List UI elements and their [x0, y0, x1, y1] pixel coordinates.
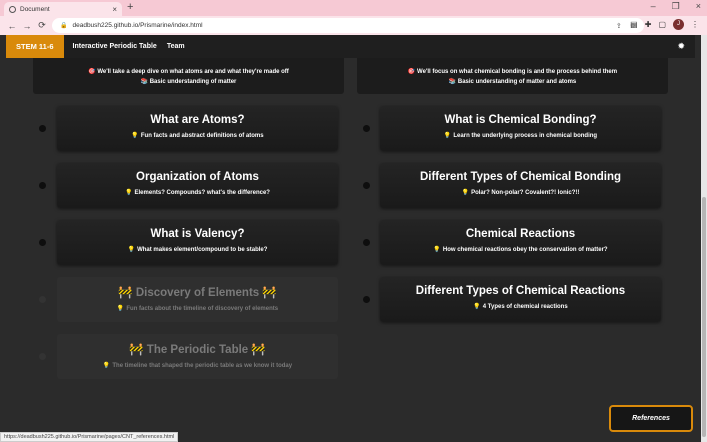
tab-close-icon[interactable]: ×	[112, 5, 117, 14]
timeline-dot	[363, 296, 370, 303]
card-title: What is Valency?	[150, 228, 245, 240]
address-bar[interactable]: 🔒 deadbush225.github.io/Prismarine/index…	[52, 18, 644, 33]
card-title: Organization of Atoms	[136, 171, 259, 183]
timeline-dot	[39, 353, 46, 360]
window-controls: – ❐ ×	[651, 1, 701, 12]
tab-title: Document	[20, 5, 50, 13]
lightbulb-icon: 💡	[461, 190, 470, 196]
page-scrollbar[interactable]	[701, 35, 707, 442]
url-text[interactable]: deadbush225.github.io/Prismarine/index.h…	[72, 22, 615, 29]
references-button[interactable]: References	[609, 405, 693, 432]
card-organization-of-atoms[interactable]: Organization of Atoms 💡 Elements? Compoun…	[57, 163, 338, 208]
timeline-dot	[363, 125, 370, 132]
card-subtitle: Polar? Non-polar? Covalent?! Ionic?!!	[471, 190, 580, 196]
browser-tabstrip: Document × + – ❐ ×	[0, 0, 707, 16]
bonding-intro-goal: 🎯 We'll focus on what chemical bonding i…	[407, 68, 618, 75]
timeline-dot	[363, 182, 370, 189]
card-subtitle: What makes element/compound to be stable…	[137, 247, 268, 253]
card-types-of-chemical-bonding[interactable]: Different Types of Chemical Bonding 💡 Pol…	[380, 163, 661, 208]
card-title: Different Types of Chemical Reactions	[415, 285, 626, 297]
timeline-dot	[39, 182, 46, 189]
reload-icon[interactable]: ⟳	[36, 20, 48, 31]
lightbulb-icon: 💡	[116, 306, 125, 312]
card-subtitle: 4 Types of chemical reactions	[482, 304, 568, 310]
card-title: Chemical Reactions	[465, 228, 576, 240]
lightbulb-icon: 💡	[131, 133, 139, 139]
card-title: Discovery of Elements	[135, 287, 260, 299]
profile-avatar[interactable]: J	[673, 19, 684, 30]
atoms-intro-prereq: 📚 Basic understanding of matter	[140, 78, 237, 85]
new-tab-icon[interactable]: +	[127, 1, 133, 13]
card-what-is-valency[interactable]: What is Valency? 💡 What makes element/com…	[57, 220, 338, 265]
timeline-dot	[39, 296, 46, 303]
card-what-are-atoms[interactable]: What are Atoms? 💡 Fun facts and abstract …	[57, 106, 338, 151]
back-icon[interactable]: ←	[6, 21, 18, 31]
lightbulb-icon: 💡	[127, 247, 136, 253]
forward-icon[interactable]: →	[21, 21, 33, 31]
nav-link-team[interactable]: Team	[167, 43, 185, 50]
card-what-is-chemical-bonding[interactable]: What is Chemical Bonding? 💡 Learn the und…	[380, 106, 661, 151]
construction-icon: 🚧	[129, 344, 144, 356]
lightbulb-icon: 💡	[433, 247, 441, 253]
lightbulb-icon: 💡	[102, 363, 111, 369]
browser-right-icons: ▤ ✚ ▢ J ⋮	[630, 19, 699, 30]
browser-tab[interactable]: Document ×	[4, 2, 122, 16]
theme-toggle-icon[interactable]: ✹	[677, 41, 685, 52]
bonding-intro-card: 🎯 We'll focus on what chemical bonding i…	[357, 58, 668, 94]
nav-link-periodic-table[interactable]: Interactive Periodic Table	[73, 43, 157, 50]
timeline-dot	[39, 239, 46, 246]
scrollbar-thumb[interactable]	[702, 197, 706, 437]
puzzle-icon[interactable]: ✚	[645, 20, 652, 29]
share-icon[interactable]: ⇪	[616, 22, 622, 30]
card-subtitle: Fun facts about the timeline of discover…	[126, 306, 279, 312]
menu-kebab-icon[interactable]: ⋮	[691, 20, 699, 29]
card-the-periodic-table[interactable]: 🚧 The Periodic Table 🚧 💡 The timeline tha…	[57, 334, 338, 379]
globe-icon	[9, 5, 16, 13]
sidepanel-icon[interactable]: ▢	[658, 20, 666, 29]
site-navbar: STEM 11-6 Interactive Periodic Table Tea…	[6, 35, 695, 58]
browser-toolbar: ← → ⟳ 🔒 deadbush225.github.io/Prismarine…	[0, 16, 707, 35]
card-title: The Periodic Table	[146, 344, 249, 356]
card-title: What is Chemical Bonding?	[444, 114, 597, 126]
bonding-intro-prereq: 📚 Basic understanding of matter and atom…	[448, 78, 577, 85]
lightbulb-icon: 💡	[473, 304, 481, 310]
construction-icon: 🚧	[262, 287, 277, 299]
card-types-of-chemical-reactions[interactable]: Different Types of Chemical Reactions 💡 4…	[380, 277, 661, 322]
timeline-dot	[39, 125, 46, 132]
lightbulb-icon: 💡	[125, 190, 133, 196]
card-discovery-of-elements[interactable]: 🚧 Discovery of Elements 🚧 💡 Fun facts abo…	[57, 277, 338, 322]
card-subtitle: Elements? Compounds? what's the differen…	[134, 190, 270, 196]
extensions-icon[interactable]: ▤	[630, 20, 638, 29]
lightbulb-icon: 💡	[443, 133, 452, 139]
brand-logo[interactable]: STEM 11-6	[6, 35, 64, 58]
card-title: What are Atoms?	[150, 114, 245, 126]
restore-icon[interactable]: ❐	[672, 1, 680, 12]
construction-icon: 🚧	[118, 287, 133, 299]
lock-icon[interactable]: 🔒	[60, 22, 67, 29]
card-chemical-reactions[interactable]: Chemical Reactions 💡 How chemical reactio…	[380, 220, 661, 265]
close-window-icon[interactable]: ×	[696, 1, 701, 12]
card-subtitle: The timeline that shaped the periodic ta…	[112, 363, 293, 369]
card-subtitle: Learn the underlying process in chemical…	[453, 133, 598, 139]
link-status-bar: https://deadbush225.github.io/Prismarine…	[0, 432, 179, 442]
card-title: Different Types of Chemical Bonding	[419, 171, 622, 183]
atoms-intro-goal: 🎯 We'll take a deep dive on what atoms a…	[88, 68, 289, 75]
card-subtitle: How chemical reactions obey the conserva…	[442, 247, 608, 253]
card-subtitle: Fun facts and abstract definitions of at…	[140, 133, 264, 139]
atoms-intro-card: 🎯 We'll take a deep dive on what atoms a…	[33, 58, 344, 94]
timeline-dot	[363, 239, 370, 246]
construction-icon: 🚧	[251, 344, 266, 356]
main-content: 🎯 We'll take a deep dive on what atoms a…	[6, 58, 695, 442]
minimize-icon[interactable]: –	[651, 1, 656, 12]
